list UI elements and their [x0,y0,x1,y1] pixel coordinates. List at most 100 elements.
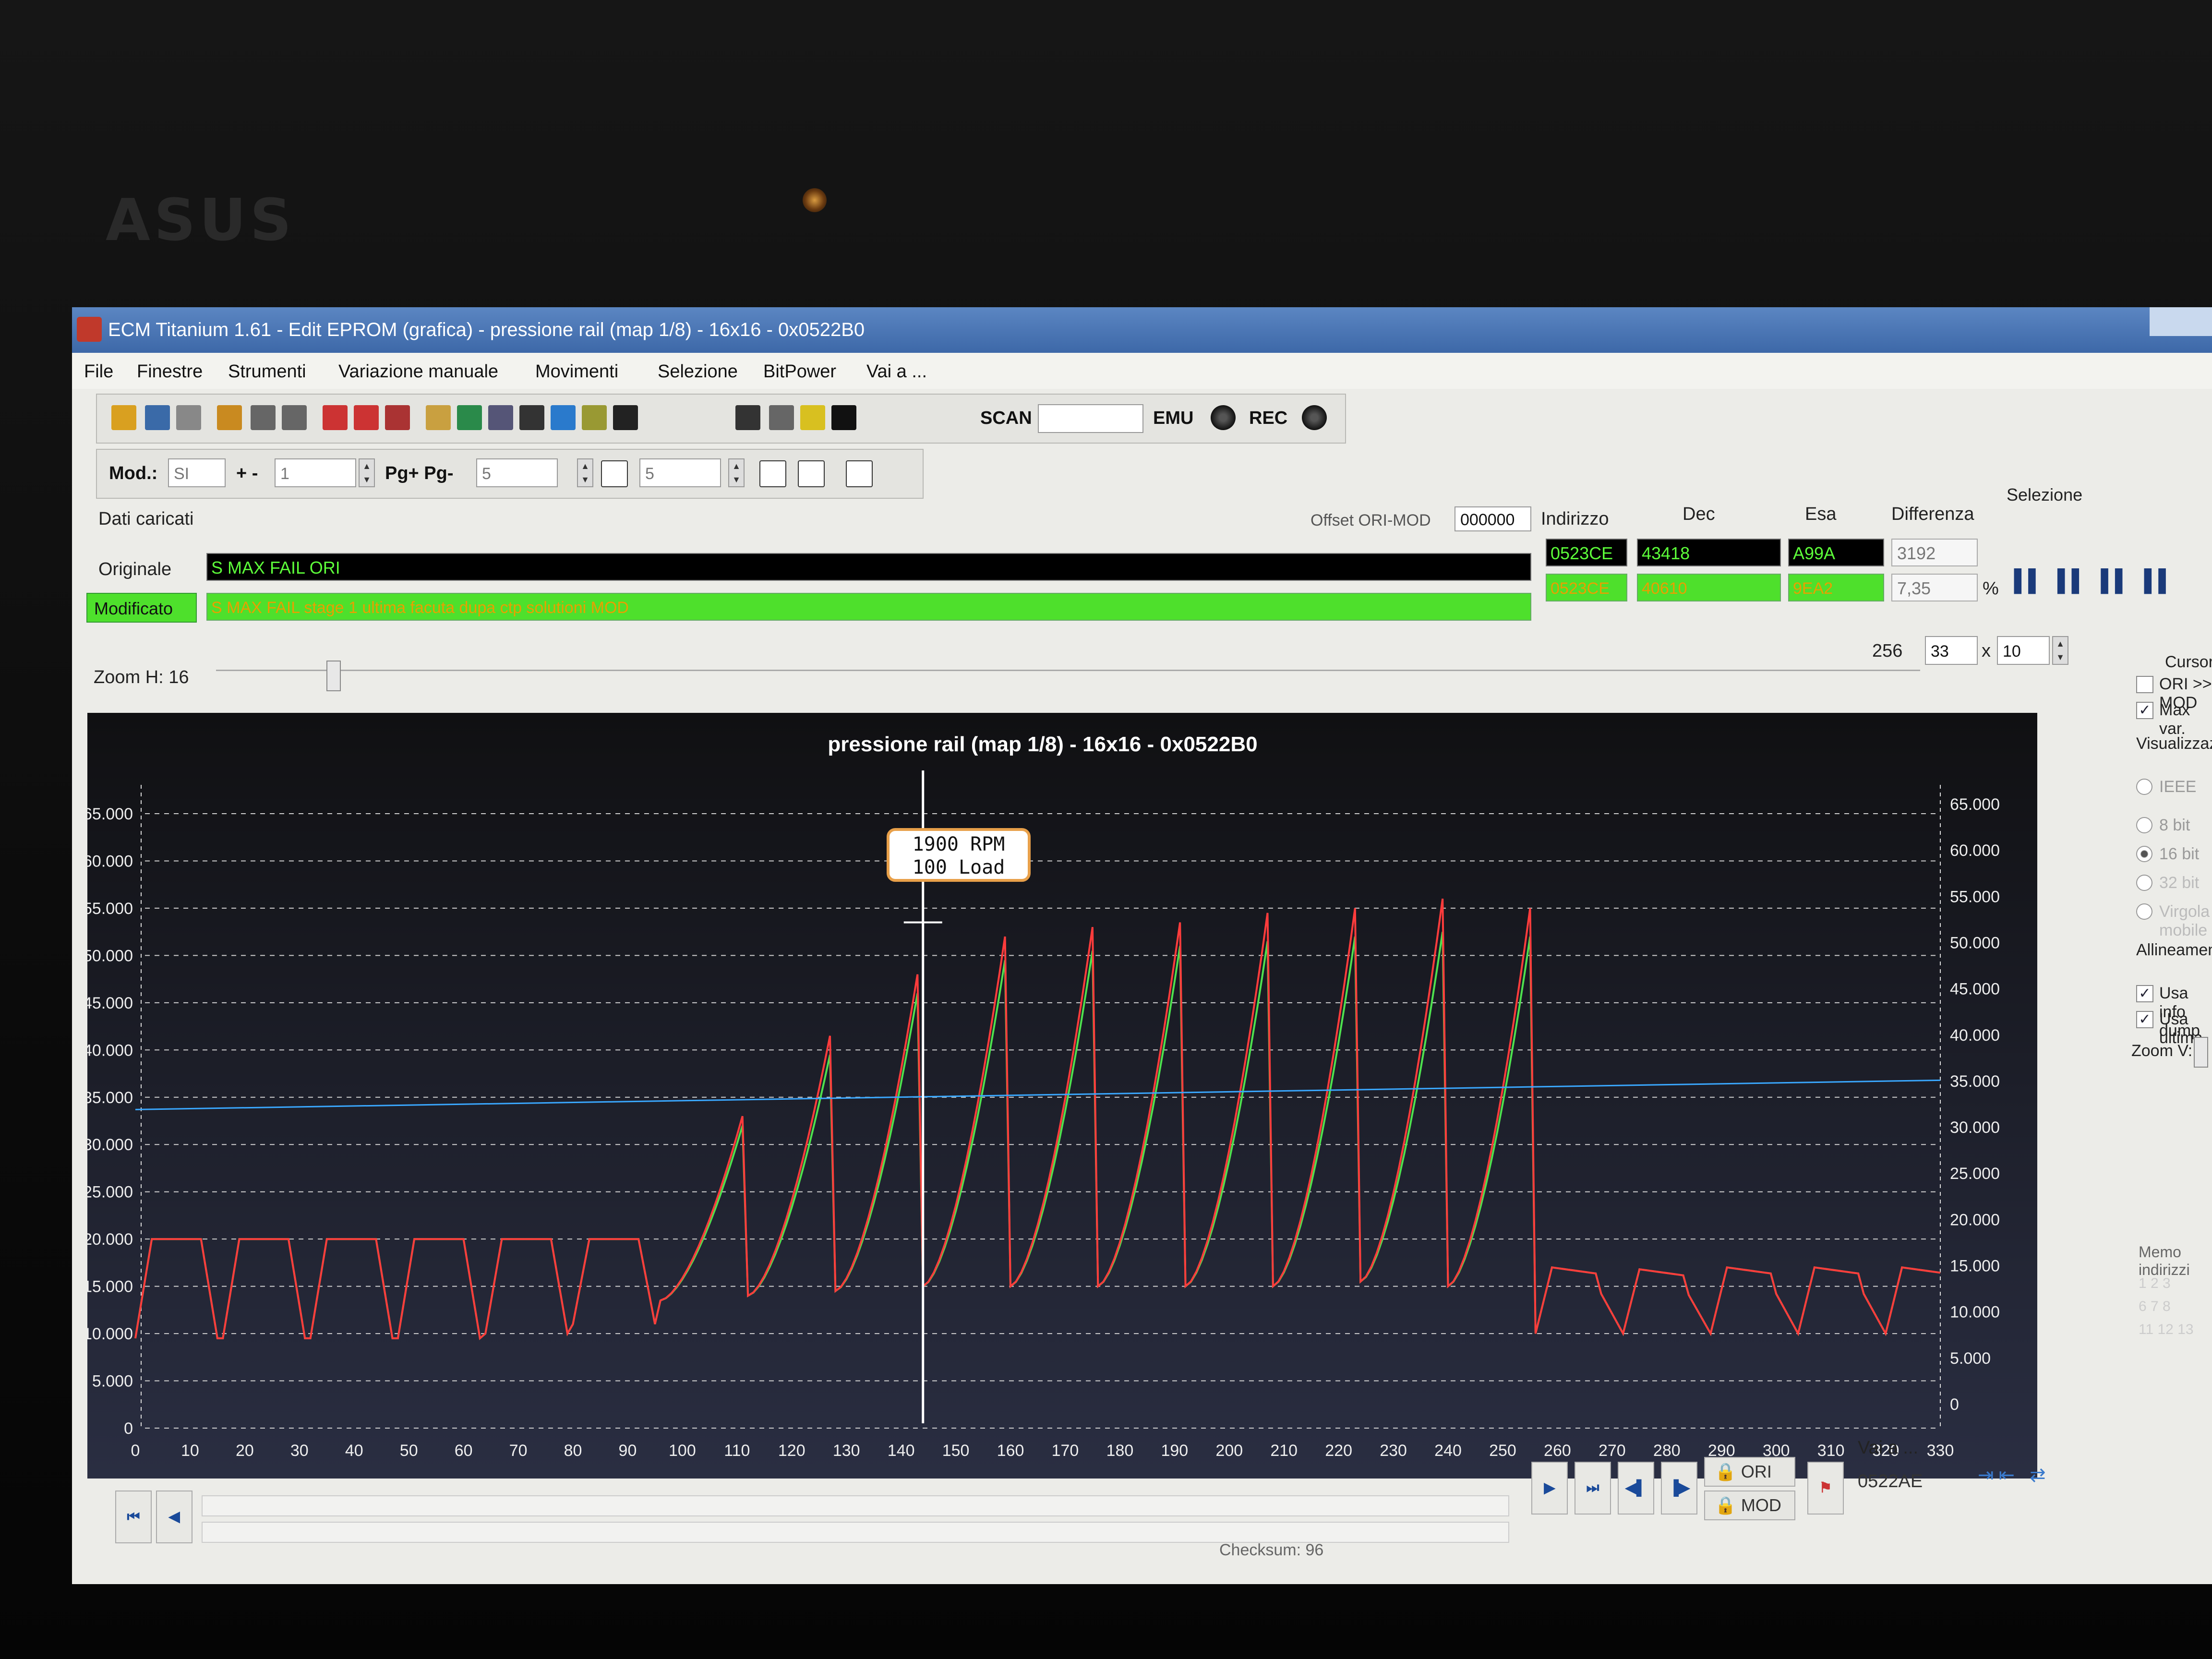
menu-variazione-manuale[interactable]: Variazione manuale [338,361,498,382]
32bit-label: 32 bit [2159,874,2200,892]
play-button[interactable]: ▶ [1531,1462,1568,1515]
y-tick-left: 25.000 [87,1183,133,1202]
book-icon[interactable] [457,405,482,430]
mod-label: Mod.: [109,463,158,483]
32bit-radio[interactable] [2136,875,2152,891]
h-scrollbar-bottom[interactable] [202,1522,1509,1543]
dim-a-field[interactable]: 33 [1925,636,1978,665]
value-spinner[interactable]: ▲ ▼ [728,458,745,487]
zoom-h-slider[interactable] [216,661,1920,691]
x-tick: 230 [1380,1442,1407,1460]
flag-button[interactable]: ⚑ [1807,1462,1844,1515]
window-controls[interactable] [2150,307,2212,336]
value-field[interactable]: 5 [639,458,721,487]
mod-button[interactable]: 🔒 MOD [1704,1491,1795,1520]
step-fwd-button[interactable]: ▐▶ [1661,1462,1697,1515]
cursor-heading: Cursore [2165,653,2212,671]
window-icon[interactable] [735,405,760,430]
nav-arrows-icons[interactable]: ⇥⇤ ⇄ [1978,1464,2122,1493]
view-icon-2[interactable] [798,460,825,487]
offset-field[interactable]: 000000 [1455,506,1531,531]
grid-icon[interactable] [582,405,607,430]
hex-column: Esa [1805,504,1837,524]
mod-field[interactable]: SI [168,458,226,487]
modified-address: 0523CE [1546,574,1627,601]
view-icon-3[interactable] [846,460,873,487]
max-var-checkbox[interactable]: ✓ [2136,702,2153,719]
page-field[interactable]: 5 [476,458,558,487]
16bit-radio[interactable] [2136,846,2152,862]
rec-record-icon[interactable] [1302,405,1327,430]
selection-tools-icons[interactable]: ▐▌▐▌▐▌▐▌ [2007,569,2199,602]
emu-record-icon[interactable] [1211,405,1236,430]
goto-address[interactable]: 0522AE [1858,1471,1923,1492]
address-column: Indirizzo [1541,509,1609,529]
color-map-icon[interactable] [551,405,576,430]
y-tick-right: 20.000 [1950,1211,2000,1229]
menu-selezione[interactable]: Selezione [658,361,738,382]
open-folder-icon[interactable] [217,405,242,430]
ieee-radio[interactable] [2136,779,2152,795]
menu-file[interactable]: File [84,361,113,382]
ori-button[interactable]: 🔒 ORI [1704,1457,1795,1487]
memo-grid[interactable]: 1 2 36 7 8 11 12 13 [2139,1272,2211,1349]
lock-icon[interactable] [769,405,794,430]
menu-vai-a[interactable]: Vai a ... [866,361,927,382]
float-radio[interactable] [2136,903,2152,920]
x-tick: 60 [455,1442,473,1460]
zoom-h-thumb[interactable] [326,661,341,691]
scan-select[interactable] [1038,404,1143,433]
use-info-checkbox[interactable]: ✓ [2136,985,2153,1002]
menu-movimenti[interactable]: Movimenti [535,361,618,382]
runner-icon[interactable] [800,405,825,430]
ori-mod-checkbox[interactable] [2136,676,2153,693]
next-end-button[interactable]: ⏭ [1575,1462,1611,1515]
pressure-chart[interactable]: pressione rail (map 1/8) - 16x16 - 0x052… [83,713,2037,1479]
menu-strumenti[interactable]: Strumenti [228,361,306,382]
map-red-icon[interactable] [354,405,379,430]
binoculars-icon[interactable] [613,405,638,430]
y-tick-right: 45.000 [1950,980,2000,998]
tooltip-rpm: 1900 RPM [912,833,1005,855]
first-page-button[interactable]: ⏮ [115,1491,152,1543]
x-tick: 250 [1489,1442,1516,1460]
8bit-radio[interactable] [2136,817,2152,833]
windows-icon[interactable] [145,405,170,430]
x-tick: 100 [669,1442,696,1460]
original-file-name: S MAX FAIL ORI [206,553,1531,581]
dim-x: x [1982,641,1991,661]
copy-icon[interactable] [176,405,201,430]
home-icon[interactable] [111,405,136,430]
cursor-tooltip: 1900 RPM 100 Load [887,828,1031,882]
x-tick: 10 [181,1442,199,1460]
x-tick: 160 [997,1442,1024,1460]
page-spinner[interactable]: ▲ ▼ [577,458,593,487]
16bit-label: 16 bit [2159,845,2200,863]
dim-spinner[interactable]: ▲ ▼ [2052,636,2068,665]
menu-finestre[interactable]: Finestre [137,361,203,382]
x-tick: 40 [345,1442,363,1460]
block-icon[interactable] [251,405,276,430]
menu-bitpower[interactable]: BitPower [763,361,836,382]
h-scrollbar-top[interactable] [202,1495,1509,1516]
y-tick-right: 50.000 [1950,934,2000,952]
record-icon[interactable] [831,405,856,430]
sigma-icon[interactable] [519,405,544,430]
zoom-v-thumb[interactable] [2194,1037,2208,1068]
edit-icon[interactable] [488,405,513,430]
chart-area[interactable]: pressione rail (map 1/8) - 16x16 - 0x052… [83,713,2037,1479]
prev-page-button[interactable]: ◀ [156,1491,192,1543]
x-tick: 190 [1161,1442,1188,1460]
block2-icon[interactable] [282,405,307,430]
use-last-checkbox[interactable]: ✓ [2136,1011,2153,1028]
y-tick-left: 10.000 [87,1325,133,1343]
step-field[interactable]: 1 [275,458,356,487]
puzzle-icon[interactable] [426,405,451,430]
step-spinner[interactable]: ▲ ▼ [359,458,375,487]
dim-b-field[interactable]: 10 [1997,636,2050,665]
step-back-button[interactable]: ◀▌ [1618,1462,1654,1515]
view-icon-1[interactable] [759,460,786,487]
table-icon[interactable] [601,460,628,487]
map-calc-icon[interactable] [385,405,410,430]
check-map-icon[interactable] [323,405,348,430]
